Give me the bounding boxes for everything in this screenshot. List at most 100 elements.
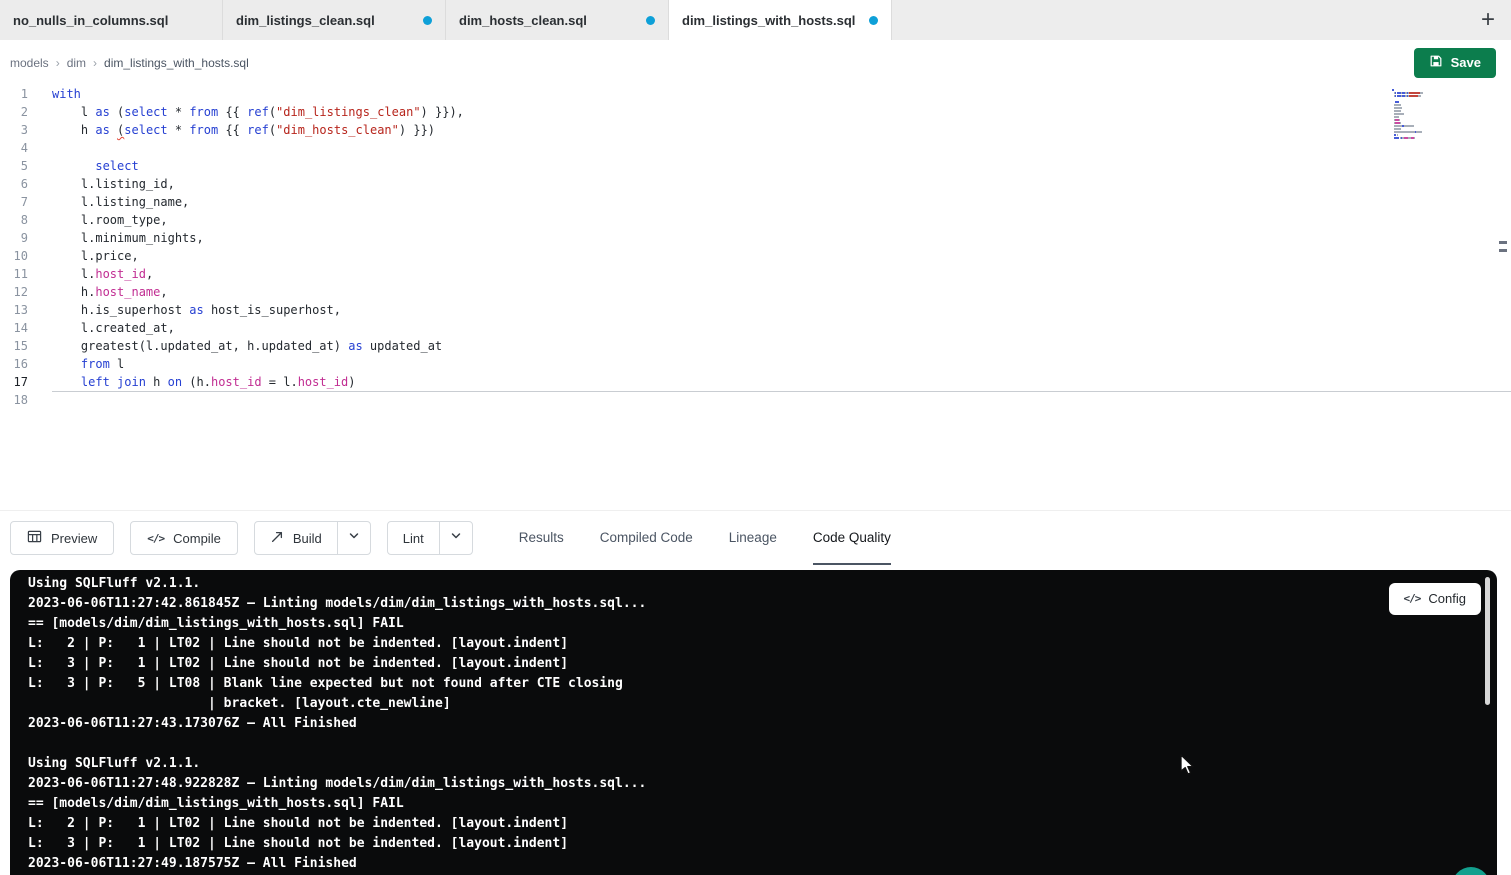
editor-tab[interactable]: no_nulls_in_columns.sql xyxy=(0,0,223,40)
line-number: 5 xyxy=(0,157,28,175)
lint-dropdown-button[interactable] xyxy=(439,522,472,554)
lint-split-button: Lint xyxy=(387,521,473,555)
terminal-line: Using SQLFluff v2.1.1. xyxy=(28,574,1479,594)
lint-button[interactable]: Lint xyxy=(388,522,439,554)
editor-tab[interactable]: dim_listings_clean.sql xyxy=(223,0,446,40)
config-button[interactable]: </> Config xyxy=(1389,583,1481,615)
editor-scrollbar-marker[interactable] xyxy=(1499,241,1507,257)
terminal-line: Using SQLFluff v2.1.1. xyxy=(28,754,1479,774)
line-number: 17 xyxy=(0,373,28,391)
dbt-ide-window: no_nulls_in_columns.sql dim_listings_clea… xyxy=(0,0,1511,875)
build-button[interactable]: Build xyxy=(255,522,337,554)
table-icon xyxy=(27,529,42,547)
rocket-icon xyxy=(270,530,284,547)
line-number: 6 xyxy=(0,175,28,193)
panel-tabs: Results Compiled Code Lineage Code Quality xyxy=(519,511,891,565)
editor-minimap[interactable] xyxy=(1392,89,1467,143)
compile-label: Compile xyxy=(173,531,221,546)
tab-label: dim_listings_clean.sql xyxy=(236,13,375,28)
line-number: 3 xyxy=(0,121,28,139)
panel-tab-results[interactable]: Results xyxy=(519,511,564,565)
terminal-line: L: 3 | P: 1 | LT02 | Line should not be … xyxy=(28,654,1479,674)
editor-toolbar: Preview </> Compile Build Lint xyxy=(0,510,1511,565)
file-header: models › dim › dim_listings_with_hosts.sql S… xyxy=(0,40,1511,85)
terminal-line: == [models/dim/dim_listings_with_hosts.s… xyxy=(28,614,1479,634)
code-line[interactable]: l.host_id, xyxy=(52,265,1511,283)
editor-tab[interactable]: dim_hosts_clean.sql xyxy=(446,0,669,40)
code-line[interactable]: greatest(l.updated_at, h.updated_at) as … xyxy=(52,337,1511,355)
terminal-line: 2023-06-06T11:27:49.187575Z — All Finish… xyxy=(28,854,1479,874)
tab-label: dim_listings_with_hosts.sql xyxy=(682,13,855,28)
editor-tab[interactable]: dim_listings_with_hosts.sql xyxy=(669,0,892,40)
panel-tab-lineage[interactable]: Lineage xyxy=(729,511,777,565)
breadcrumb-separator: › xyxy=(93,56,97,70)
code-icon: </> xyxy=(1404,589,1421,609)
code-line[interactable]: h.host_name, xyxy=(52,283,1511,301)
terminal-line xyxy=(28,734,1479,754)
line-number: 7 xyxy=(0,193,28,211)
code-line[interactable]: l.created_at, xyxy=(52,319,1511,337)
code-line[interactable]: l.listing_id, xyxy=(52,175,1511,193)
line-number: 12 xyxy=(0,283,28,301)
new-tab-button[interactable]: + xyxy=(1465,0,1511,40)
line-number: 2 xyxy=(0,103,28,121)
terminal-line: == [models/dim/dim_listings_with_hosts.s… xyxy=(28,794,1479,814)
terminal-line: L: 3 | P: 1 | LT02 | Line should not be … xyxy=(28,834,1479,854)
unsaved-dot-icon xyxy=(423,16,432,25)
line-number: 15 xyxy=(0,337,28,355)
config-label: Config xyxy=(1428,589,1466,609)
terminal-line: L: 3 | P: 5 | LT08 | Blank line expected… xyxy=(28,674,1479,694)
breadcrumb-item[interactable]: dim_listings_with_hosts.sql xyxy=(104,56,249,70)
line-number: 18 xyxy=(0,391,28,409)
terminal-output: Using SQLFluff v2.1.1.2023-06-06T11:27:4… xyxy=(28,574,1479,874)
line-number: 10 xyxy=(0,247,28,265)
compile-button[interactable]: </> Compile xyxy=(130,521,238,555)
tab-label: no_nulls_in_columns.sql xyxy=(13,13,168,28)
save-label: Save xyxy=(1451,55,1481,70)
line-number: 11 xyxy=(0,265,28,283)
panel-tab-code-quality[interactable]: Code Quality xyxy=(813,511,891,565)
terminal-line: 2023-06-06T11:27:42.861845Z — Linting mo… xyxy=(28,594,1479,614)
code-line[interactable] xyxy=(52,391,1511,409)
breadcrumb: models › dim › dim_listings_with_hosts.sql xyxy=(10,56,249,70)
editor-gutter: 123456789101112131415161718 xyxy=(0,85,52,510)
code-line[interactable]: l.minimum_nights, xyxy=(52,229,1511,247)
build-split-button: Build xyxy=(254,521,371,555)
breadcrumb-item[interactable]: dim xyxy=(67,56,86,70)
code-line[interactable]: l as (select * from {{ ref("dim_listings… xyxy=(52,103,1511,121)
terminal-line: L: 2 | P: 1 | LT02 | Line should not be … xyxy=(28,634,1479,654)
code-line[interactable]: h as (select * from {{ ref("dim_hosts_cl… xyxy=(52,121,1511,139)
breadcrumb-item[interactable]: models xyxy=(10,56,49,70)
preview-button[interactable]: Preview xyxy=(10,521,114,555)
code-line[interactable]: from l xyxy=(52,355,1511,373)
code-line[interactable]: l.room_type, xyxy=(52,211,1511,229)
terminal-line: | bracket. [layout.cte_newline] xyxy=(28,694,1479,714)
code-line[interactable]: select xyxy=(52,157,1511,175)
line-number: 9 xyxy=(0,229,28,247)
unsaved-dot-icon xyxy=(646,16,655,25)
editor-code[interactable]: with l as (select * from {{ ref("dim_lis… xyxy=(52,85,1511,510)
panel-tab-compiled-code[interactable]: Compiled Code xyxy=(600,511,693,565)
code-icon: </> xyxy=(147,532,164,545)
terminal-panel: Using SQLFluff v2.1.1.2023-06-06T11:27:4… xyxy=(10,570,1497,875)
code-line[interactable]: l.listing_name, xyxy=(52,193,1511,211)
breadcrumb-separator: › xyxy=(56,56,60,70)
unsaved-dot-icon xyxy=(869,16,878,25)
code-line[interactable]: h.is_superhost as host_is_superhost, xyxy=(52,301,1511,319)
build-dropdown-button[interactable] xyxy=(337,522,370,554)
terminal-area: Using SQLFluff v2.1.1.2023-06-06T11:27:4… xyxy=(0,565,1511,875)
save-button[interactable]: Save xyxy=(1414,48,1496,78)
tab-label: dim_hosts_clean.sql xyxy=(459,13,587,28)
code-line[interactable]: left join h on (h.host_id = l.host_id) xyxy=(52,373,1511,391)
code-editor[interactable]: 123456789101112131415161718 with l as (s… xyxy=(0,85,1511,510)
code-line[interactable]: with xyxy=(52,85,1511,103)
terminal-scrollbar[interactable] xyxy=(1485,577,1490,705)
line-number: 4 xyxy=(0,139,28,157)
build-label: Build xyxy=(293,531,322,546)
save-icon xyxy=(1429,54,1443,71)
code-line[interactable]: l.price, xyxy=(52,247,1511,265)
code-line[interactable] xyxy=(52,139,1511,157)
line-number: 13 xyxy=(0,301,28,319)
lint-label: Lint xyxy=(403,531,424,546)
chevron-down-icon xyxy=(450,529,462,547)
